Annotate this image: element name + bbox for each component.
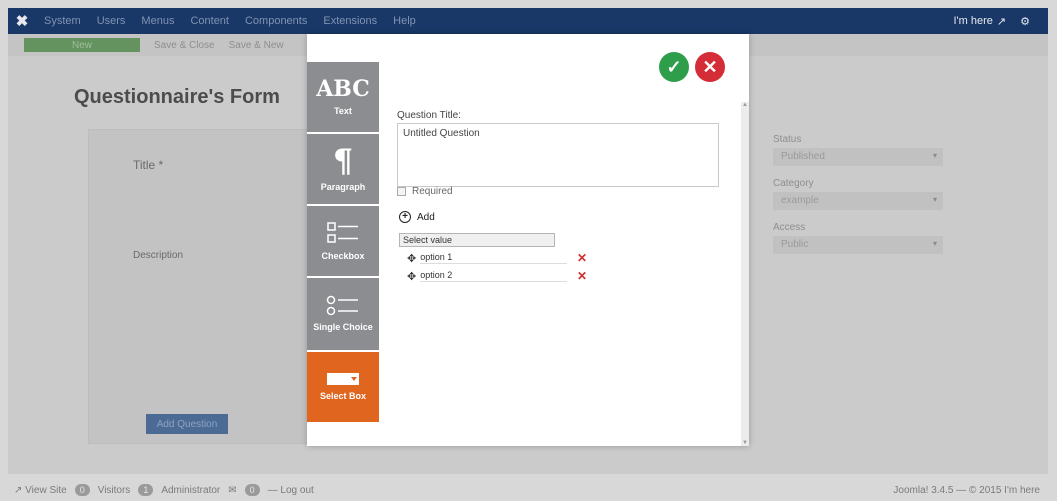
gear-icon[interactable]: ⚙ bbox=[1020, 15, 1030, 28]
close-icon: ✕ bbox=[702, 56, 718, 77]
radio-list-icon bbox=[326, 295, 358, 316]
tool-checkbox[interactable]: Checkbox bbox=[307, 206, 379, 278]
add-option-button[interactable]: + Add bbox=[399, 211, 435, 223]
add-label: Add bbox=[417, 211, 435, 223]
tool-single-choice[interactable]: Single Choice bbox=[307, 278, 379, 352]
side-panel: Status Published Category example Access… bbox=[773, 134, 953, 266]
paragraph-icon: ¶ bbox=[332, 142, 354, 180]
description-label: Description bbox=[133, 250, 184, 261]
move-icon[interactable]: ✥ bbox=[407, 270, 416, 283]
main-menu: System Users Menus Content Components Ex… bbox=[36, 15, 424, 27]
question-title-input[interactable]: Untitled Question bbox=[397, 123, 719, 187]
admin-badge: 1 bbox=[138, 484, 154, 496]
page-title: Questionnaire's Form bbox=[74, 86, 280, 108]
question-type-list: ABC Text ¶ Paragraph Checkbox Single Cho bbox=[307, 62, 379, 424]
add-question-button[interactable]: Add Question bbox=[146, 414, 228, 434]
scroll-down-icon[interactable]: ▼ bbox=[741, 440, 749, 446]
logout-label: Log out bbox=[280, 484, 314, 496]
move-icon[interactable]: ✥ bbox=[407, 252, 416, 265]
site-link[interactable]: I'm here ↗ bbox=[954, 15, 1007, 28]
external-link-icon: ↗ bbox=[996, 15, 1007, 28]
menu-system[interactable]: System bbox=[36, 15, 89, 27]
status-label: Status bbox=[773, 134, 802, 145]
menu-components[interactable]: Components bbox=[237, 15, 315, 27]
save-close-button[interactable]: Save & Close bbox=[154, 40, 215, 51]
modal-scrollbar[interactable]: ▲ ▼ bbox=[741, 102, 749, 446]
tool-single-choice-label: Single Choice bbox=[313, 322, 373, 332]
question-editor: ✓ ✕ Question Title: Untitled Question Re… bbox=[397, 34, 737, 446]
option-row: ✥ option 1 ✕ bbox=[407, 251, 587, 265]
status-select[interactable]: Published bbox=[773, 148, 943, 166]
menu-menus[interactable]: Menus bbox=[133, 15, 182, 27]
access-label: Access bbox=[773, 222, 806, 233]
top-navbar: ✖ System Users Menus Content Components … bbox=[8, 8, 1048, 34]
tool-select-box[interactable]: Select Box bbox=[307, 352, 379, 424]
cancel-button[interactable]: ✕ bbox=[695, 52, 725, 82]
status-bar: ↗ View Site 0 Visitors 1 Administrator ✉… bbox=[8, 479, 1048, 501]
menu-content[interactable]: Content bbox=[182, 15, 237, 27]
site-name: I'm here bbox=[953, 15, 993, 27]
joomla-logo-icon[interactable]: ✖ bbox=[8, 8, 36, 34]
form-panel: Title * Description bbox=[88, 129, 318, 444]
navbar-right: I'm here ↗ ⚙ bbox=[954, 15, 1049, 28]
new-button[interactable]: New bbox=[24, 38, 140, 52]
plus-circle-icon: + bbox=[399, 211, 411, 223]
access-select[interactable]: Public bbox=[773, 236, 943, 254]
tool-text-label: Text bbox=[334, 106, 352, 116]
logout-link[interactable]: — Log out bbox=[268, 485, 314, 496]
tool-checkbox-label: Checkbox bbox=[321, 251, 365, 261]
required-label: Required bbox=[412, 186, 453, 197]
category-label: Category bbox=[773, 178, 814, 189]
checkbox-list-icon bbox=[327, 222, 358, 243]
version-text: Joomla! 3.4.5 — © 2015 I'm here bbox=[893, 484, 1040, 496]
delete-option-icon[interactable]: ✕ bbox=[577, 251, 587, 265]
select-value-field[interactable]: Select value bbox=[399, 233, 555, 247]
menu-help[interactable]: Help bbox=[385, 15, 424, 27]
visitors-badge: 0 bbox=[74, 484, 90, 496]
required-row: Required bbox=[397, 186, 453, 197]
option-row: ✥ option 2 ✕ bbox=[407, 269, 587, 283]
question-modal: ABC Text ¶ Paragraph Checkbox Single Cho bbox=[307, 34, 749, 446]
delete-option-icon[interactable]: ✕ bbox=[577, 269, 587, 283]
question-title-label: Question Title: bbox=[397, 110, 461, 121]
dropdown-icon bbox=[327, 373, 359, 385]
confirm-button[interactable]: ✓ bbox=[659, 52, 689, 82]
save-new-button[interactable]: Save & New bbox=[229, 40, 284, 51]
administrator-label: Administrator bbox=[161, 484, 221, 496]
check-icon: ✓ bbox=[666, 56, 682, 77]
tool-paragraph[interactable]: ¶ Paragraph bbox=[307, 134, 379, 206]
text-glyph-icon: ABC bbox=[316, 76, 370, 102]
menu-users[interactable]: Users bbox=[89, 15, 134, 27]
messages-icon[interactable]: ✉ bbox=[228, 485, 236, 496]
scroll-up-icon[interactable]: ▲ bbox=[741, 102, 749, 108]
menu-extensions[interactable]: Extensions bbox=[315, 15, 385, 27]
required-checkbox[interactable] bbox=[397, 187, 406, 196]
tool-paragraph-label: Paragraph bbox=[320, 182, 366, 192]
category-select[interactable]: example bbox=[773, 192, 943, 210]
option-input[interactable]: option 1 bbox=[420, 252, 567, 264]
view-site-link[interactable]: ↗ View Site bbox=[14, 485, 67, 496]
visitors-label: Visitors bbox=[97, 484, 131, 496]
tool-text[interactable]: ABC Text bbox=[307, 62, 379, 134]
title-label: Title * bbox=[133, 158, 164, 172]
option-input[interactable]: option 2 bbox=[420, 270, 567, 282]
messages-badge: 0 bbox=[244, 484, 260, 496]
view-site-label: View Site bbox=[25, 484, 67, 496]
tool-select-box-label: Select Box bbox=[319, 391, 367, 401]
new-button-label: New bbox=[71, 39, 92, 51]
